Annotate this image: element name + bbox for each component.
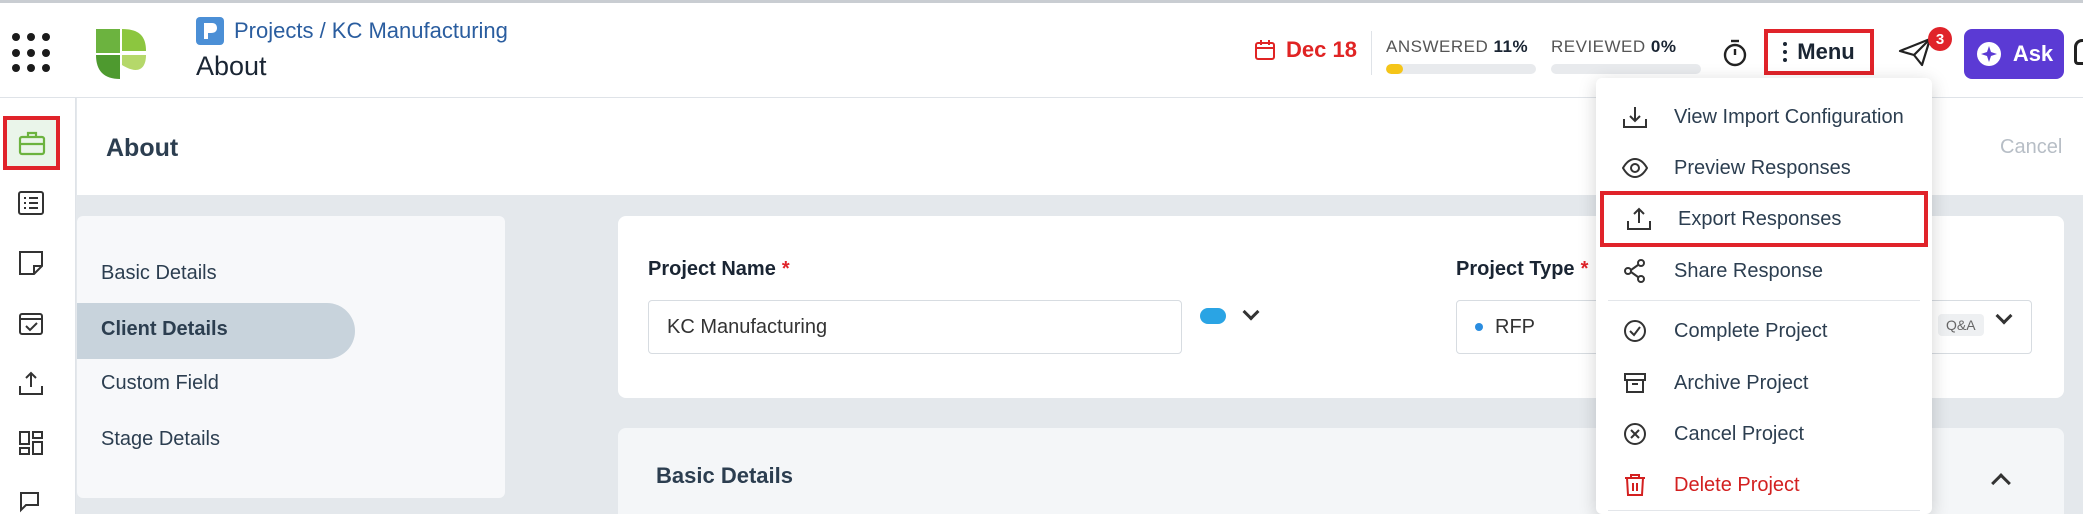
reviewed-label: REVIEWED bbox=[1551, 37, 1646, 56]
sticky-note-icon bbox=[19, 251, 43, 275]
menu-divider bbox=[1608, 300, 1920, 301]
answered-label: ANSWERED bbox=[1386, 37, 1489, 56]
answered-progress: ANSWERED 11% bbox=[1386, 37, 1536, 74]
basic-details-title: Basic Details bbox=[656, 463, 793, 488]
salesforce-cloud-icon[interactable] bbox=[1200, 308, 1226, 324]
ask-button[interactable]: Ask bbox=[1964, 29, 2064, 79]
eye-icon bbox=[1622, 155, 1648, 181]
upload-tray-icon bbox=[19, 371, 43, 395]
kebab-icon bbox=[1783, 42, 1788, 62]
rail-list[interactable] bbox=[14, 186, 48, 220]
menu-item-label: Preview Responses bbox=[1674, 156, 1851, 179]
list-icon bbox=[18, 191, 44, 215]
menu-item-complete-project[interactable]: Complete Project bbox=[1596, 306, 1932, 356]
menu-button[interactable]: Menu bbox=[1764, 29, 1874, 75]
qa-tag: Q&A bbox=[1938, 314, 1984, 336]
bell-icon[interactable] bbox=[2074, 39, 2083, 65]
rail-tasks[interactable] bbox=[14, 306, 48, 340]
section-title: About bbox=[106, 134, 179, 162]
menu-item-label: Delete Project bbox=[1674, 473, 1800, 496]
cancel-button[interactable]: Cancel bbox=[2000, 136, 2062, 159]
subnav-item-stage-details[interactable]: Stage Details bbox=[101, 428, 220, 451]
menu-item-label: View Import Configuration bbox=[1674, 105, 1904, 128]
rail-dashboard[interactable] bbox=[14, 426, 48, 460]
comments-icon bbox=[20, 492, 39, 513]
menu-item-label: Share Response bbox=[1674, 259, 1823, 282]
divider bbox=[1371, 31, 1372, 75]
apps-grid-icon[interactable] bbox=[12, 33, 52, 73]
menu-item-label: Archive Project bbox=[1674, 371, 1809, 394]
rail-about[interactable] bbox=[3, 116, 60, 170]
ask-label: Ask bbox=[2012, 41, 2054, 66]
breadcrumb-text[interactable]: Projects / KC Manufacturing bbox=[234, 18, 508, 44]
menu-item-share-response[interactable]: Share Response bbox=[1596, 246, 1932, 296]
rail-notes[interactable] bbox=[14, 246, 48, 280]
subnav-item-client-details[interactable]: Client Details bbox=[101, 318, 228, 341]
required-mark: * bbox=[1580, 258, 1589, 280]
send-icon[interactable] bbox=[1898, 37, 1932, 67]
menu-item-view-import-configuration[interactable]: View Import Configuration bbox=[1596, 92, 1932, 142]
due-date-text: Dec 18 bbox=[1286, 37, 1357, 62]
share-icon bbox=[1622, 258, 1648, 284]
project-type-label-text: Project Type bbox=[1456, 258, 1575, 280]
notification-badge: 3 bbox=[1928, 27, 1952, 51]
menu-divider bbox=[1608, 510, 1920, 511]
project-type-value: RFP bbox=[1495, 315, 1535, 338]
menu-item-label: Complete Project bbox=[1674, 319, 1828, 342]
answered-progress-fill bbox=[1386, 64, 1403, 74]
briefcase-icon bbox=[18, 131, 45, 156]
project-icon bbox=[196, 17, 224, 45]
download-icon bbox=[1622, 104, 1648, 130]
company-logo bbox=[96, 29, 146, 79]
check-circle-icon bbox=[1622, 318, 1648, 344]
menu-item-archive-project[interactable]: Archive Project bbox=[1596, 358, 1932, 408]
subnav-item-custom-field[interactable]: Custom Field bbox=[101, 372, 219, 395]
menu-item-delete-project[interactable]: Delete Project bbox=[1596, 460, 1932, 510]
reviewed-progress: REVIEWED 0% bbox=[1551, 37, 1701, 74]
menu-item-cancel-project[interactable]: Cancel Project bbox=[1596, 409, 1932, 459]
timer-icon[interactable] bbox=[1722, 39, 1748, 67]
left-rail bbox=[0, 98, 76, 514]
menu-item-preview-responses[interactable]: Preview Responses bbox=[1596, 143, 1932, 193]
project-type-label: Project Type * bbox=[1456, 258, 1588, 281]
required-mark: * bbox=[781, 258, 790, 280]
menu-item-export-responses[interactable]: Export Responses bbox=[1600, 191, 1928, 247]
project-name-label: Project Name * bbox=[648, 258, 790, 281]
rail-export[interactable] bbox=[14, 366, 48, 400]
x-circle-icon bbox=[1622, 421, 1648, 447]
project-name-input[interactable]: KC Manufacturing bbox=[648, 300, 1182, 354]
project-menu-dropdown: View Import Configuration Preview Respon… bbox=[1596, 78, 1932, 514]
calendar-icon bbox=[1255, 40, 1275, 60]
archive-icon bbox=[1622, 370, 1648, 396]
upload-icon bbox=[1626, 206, 1652, 232]
trash-icon bbox=[1622, 472, 1648, 498]
project-name-label-text: Project Name bbox=[648, 258, 776, 280]
menu-label: Menu bbox=[1797, 39, 1855, 64]
answered-value: 11% bbox=[1493, 37, 1529, 56]
reviewed-value: 0% bbox=[1650, 37, 1677, 56]
type-dot-icon bbox=[1475, 323, 1483, 331]
page-title: About bbox=[196, 51, 267, 81]
calendar-check-icon bbox=[19, 313, 43, 335]
menu-item-label: Export Responses bbox=[1678, 207, 1842, 230]
breadcrumb[interactable]: Projects / KC Manufacturing bbox=[196, 17, 508, 45]
dashboard-icon bbox=[19, 431, 43, 455]
rail-comments[interactable] bbox=[14, 486, 48, 514]
due-date[interactable]: Dec 18 bbox=[1254, 37, 1357, 63]
subnav-item-basic-details[interactable]: Basic Details bbox=[101, 262, 217, 285]
ask-ai-icon bbox=[1976, 42, 2001, 66]
menu-item-label: Cancel Project bbox=[1674, 422, 1805, 445]
